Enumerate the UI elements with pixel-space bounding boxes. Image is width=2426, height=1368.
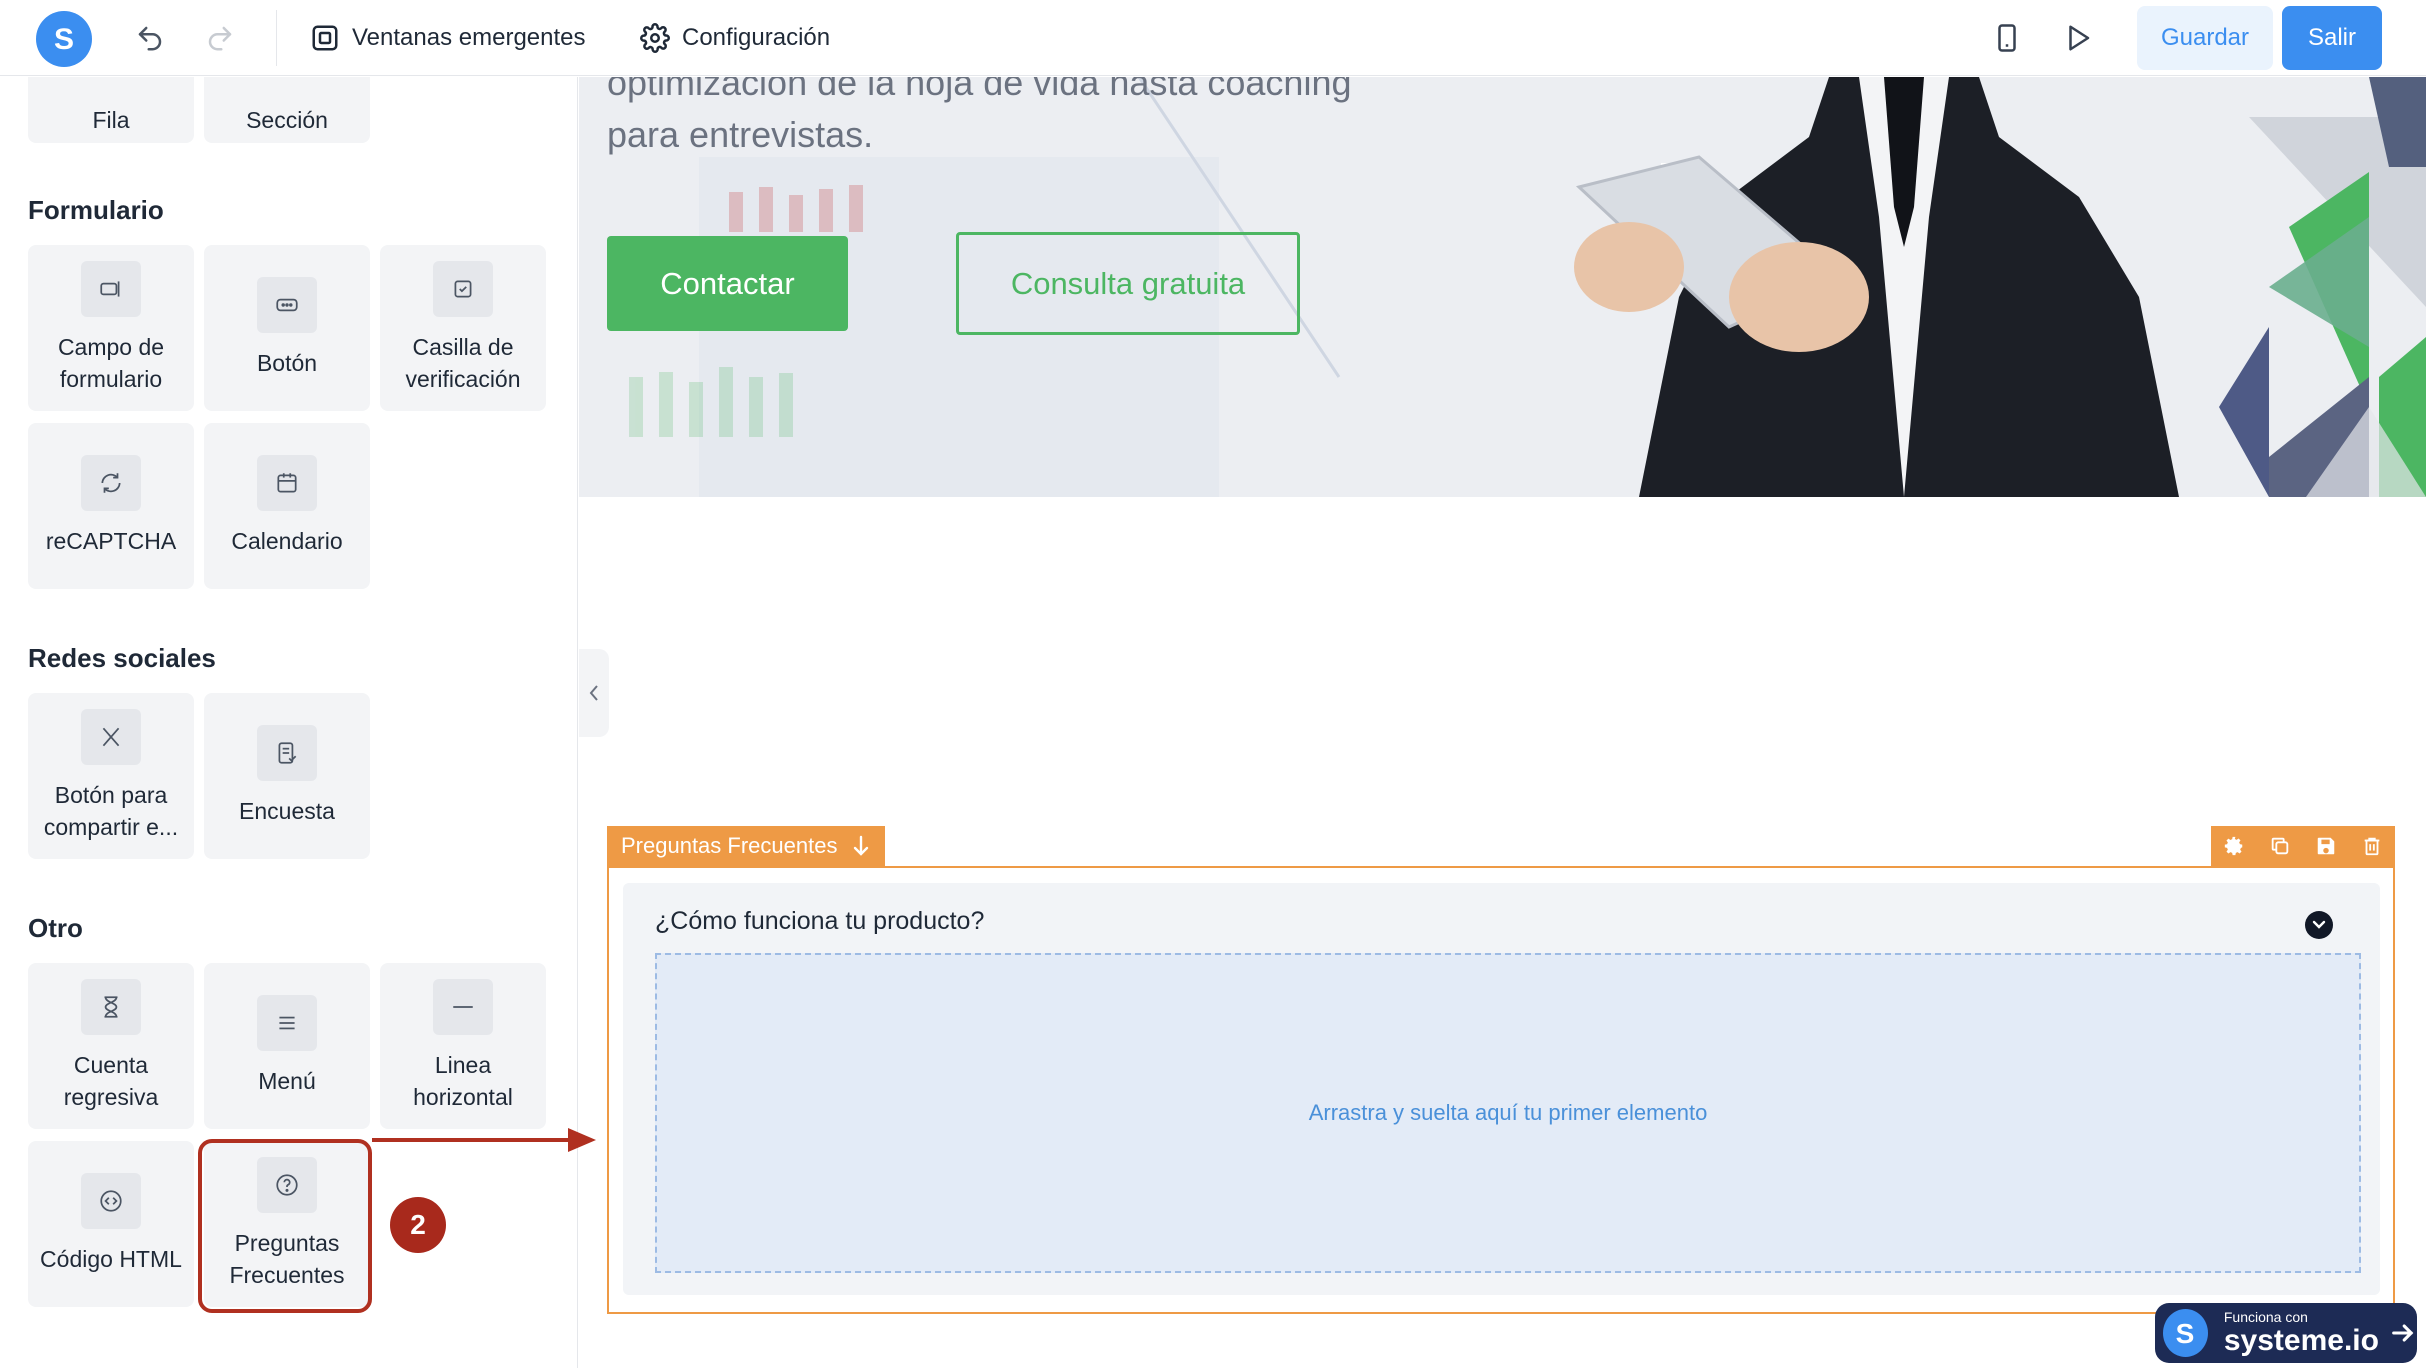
powered-by-systeme-badge[interactable]: S Funciona con systeme.io <box>2155 1303 2417 1363</box>
tile-label: Botón <box>256 350 318 376</box>
duplicate-icon[interactable] <box>2269 835 2291 857</box>
redo-icon[interactable] <box>200 18 240 58</box>
faq-question[interactable]: ¿Cómo funciona tu producto? <box>655 907 984 936</box>
powered-by-text: Funciona con systeme.io <box>2224 1310 2379 1356</box>
section-title-form: Formulario <box>28 195 164 225</box>
faq-item[interactable]: ¿Cómo funciona tu producto? Arrastra y s… <box>623 883 2380 1295</box>
hourglass-icon <box>81 979 141 1035</box>
element-tile-countdown[interactable]: Cuenta regresiva <box>28 963 194 1129</box>
element-tile-html-code[interactable]: Código HTML <box>28 1141 194 1307</box>
form-field-icon <box>81 261 141 317</box>
tile-label: Menú <box>258 1068 316 1094</box>
chevron-left-icon <box>589 685 598 701</box>
element-settings-icon[interactable] <box>2223 835 2245 857</box>
element-tile-row[interactable]: Fila <box>28 77 194 143</box>
elements-sidebar: Fila Sección Formulario Campo de formula… <box>0 77 578 1368</box>
free-consultation-button[interactable]: Consulta gratuita <box>956 232 1300 335</box>
tile-label: Calendario <box>231 528 343 554</box>
element-tile-section[interactable]: Sección <box>204 77 370 143</box>
x-logo-icon <box>81 709 141 765</box>
arrow-down-icon[interactable] <box>851 834 871 858</box>
tile-label: Casilla de verificación <box>405 334 521 392</box>
popups-label: Ventanas emergentes <box>352 24 586 51</box>
svg-text:S: S <box>54 23 74 56</box>
element-tile-menu[interactable]: Menú <box>204 963 370 1129</box>
svg-text:S: S <box>2176 1318 2195 1348</box>
hero-section[interactable]: optimización de la hoja de vida hasta co… <box>579 77 2426 497</box>
tile-label: Sección <box>246 107 328 133</box>
element-tile-survey[interactable]: Encuesta <box>204 693 370 859</box>
save-block-icon[interactable] <box>2315 835 2337 857</box>
section-title-other: Otro <box>28 913 83 943</box>
mobile-preview-icon[interactable] <box>1987 18 2027 58</box>
tile-label: Cuenta regresiva <box>63 1052 159 1110</box>
recaptcha-icon <box>81 455 141 511</box>
settings-menu[interactable]: Configuración <box>640 20 830 56</box>
button-icon <box>257 277 317 333</box>
faq-element-toolbar <box>2211 826 2395 866</box>
element-tile-button[interactable]: Botón <box>204 245 370 411</box>
popup-window-icon <box>312 25 338 51</box>
element-tile-form-field[interactable]: Campo de formulario <box>28 245 194 411</box>
undo-icon[interactable] <box>130 18 170 58</box>
gear-icon <box>640 23 670 53</box>
hero-description: optimización de la hoja de vida hasta co… <box>607 77 1507 161</box>
checkbox-icon <box>433 261 493 317</box>
settings-label: Configuración <box>682 24 831 51</box>
page-canvas: optimización de la hoja de vida hasta co… <box>579 77 2426 1368</box>
horizontal-line-icon <box>433 979 493 1035</box>
survey-icon <box>257 725 317 781</box>
element-tile-horizontal-line[interactable]: Linea horizontal <box>380 963 546 1129</box>
chevron-down-icon[interactable] <box>2305 911 2333 939</box>
popups-menu[interactable]: Ventanas emergentes <box>310 20 586 56</box>
tile-label: Linea horizontal <box>413 1052 513 1110</box>
hero-text-line-1: optimización de la hoja de vida hasta co… <box>607 77 1352 103</box>
powered-by-brand: systeme.io <box>2223 1323 2379 1357</box>
arrow-right-icon <box>2392 1324 2414 1342</box>
systeme-badge-logo-icon: S <box>2163 1309 2208 1357</box>
faq-element-label[interactable]: Preguntas Frecuentes <box>607 826 886 866</box>
top-toolbar: S Ventanas emergentes Configuración Guar… <box>0 0 2426 76</box>
tile-label: Encuesta <box>239 798 335 824</box>
tile-label: Fila <box>92 107 130 133</box>
systeme-logo-icon[interactable]: S <box>36 11 92 67</box>
delete-icon[interactable] <box>2361 835 2383 857</box>
element-tile-calendar[interactable]: Calendario <box>204 423 370 589</box>
collapse-sidebar-tab[interactable] <box>579 649 609 737</box>
element-tile-share-button[interactable]: Botón para compartir e... <box>28 693 194 859</box>
faq-tile-highlight <box>198 1139 372 1313</box>
element-tile-checkbox[interactable]: Casilla de verificación <box>380 245 546 411</box>
hero-text-line-2: para entrevistas. <box>607 114 874 155</box>
tile-label: Botón para compartir e... <box>43 782 179 840</box>
faq-answer-dropzone[interactable]: Arrastra y suelta aquí tu primer element… <box>655 953 2361 1273</box>
save-button[interactable]: Guardar <box>2137 6 2273 70</box>
tile-label: reCAPTCHA <box>45 528 177 554</box>
element-tile-recaptcha[interactable]: reCAPTCHA <box>28 423 194 589</box>
play-preview-icon[interactable] <box>2058 18 2098 58</box>
powered-by-small: Funciona con <box>2223 1308 2308 1325</box>
code-icon <box>81 1173 141 1229</box>
toolbar-divider <box>276 10 277 66</box>
calendar-icon <box>257 455 317 511</box>
step-badge: 2 <box>390 1197 446 1253</box>
tile-label: Código HTML <box>40 1246 182 1272</box>
exit-button[interactable]: Salir <box>2282 6 2382 70</box>
faq-element-name: Preguntas Frecuentes <box>621 833 838 858</box>
section-title-social: Redes sociales <box>28 643 216 673</box>
tile-label: Campo de formulario <box>57 334 165 392</box>
menu-icon <box>257 995 317 1051</box>
contact-button[interactable]: Contactar <box>607 236 848 331</box>
